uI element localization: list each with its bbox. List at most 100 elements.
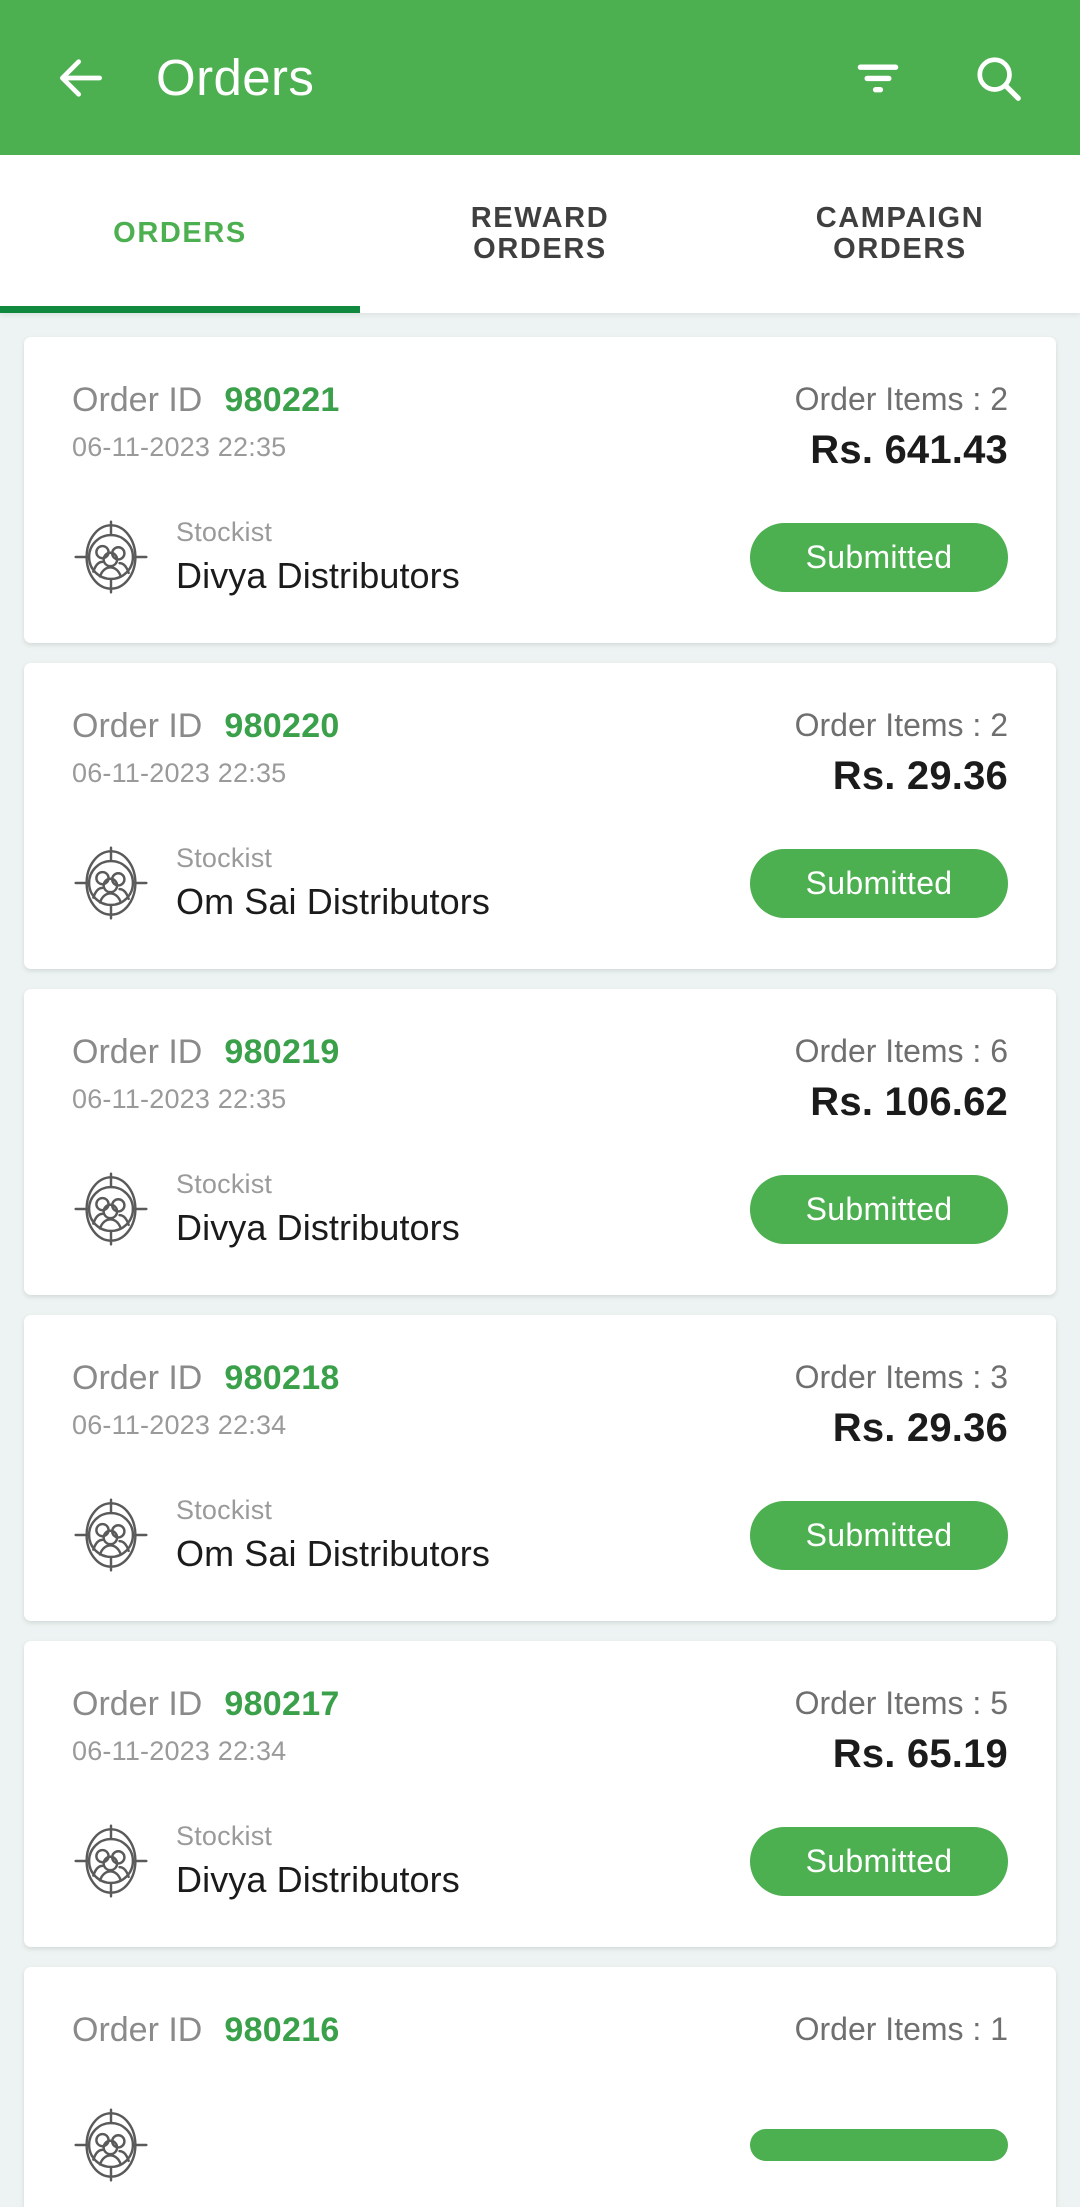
stockist-group-target-icon: [74, 846, 148, 920]
order-summary: Order Items : 2 Rs. 641.43: [795, 381, 1008, 473]
back-button[interactable]: [50, 47, 112, 109]
stockist-group-target-icon: [74, 1498, 148, 1572]
filter-icon: [857, 64, 899, 92]
order-summary: Order Items : 3 Rs. 29.36: [795, 1359, 1008, 1451]
order-identity: Order ID 980216: [72, 2011, 340, 2062]
order-id-row: Order ID 980220: [72, 707, 340, 746]
search-icon: [977, 56, 1021, 101]
stockist-block: Stockist Om Sai Distributors: [72, 1495, 490, 1575]
order-identity: Order ID 980220 06-11-2023 22:35: [72, 707, 340, 789]
order-id-label: Order ID: [72, 1359, 203, 1397]
order-summary: Order Items : 6 Rs. 106.62: [795, 1033, 1008, 1125]
order-card-header: Order ID 980218 06-11-2023 22:34 Order I…: [72, 1359, 1008, 1451]
order-amount: Rs. 29.36: [832, 1406, 1008, 1450]
stockist-label: Stockist: [176, 1169, 273, 1199]
order-identity: Order ID 980217 06-11-2023 22:34: [72, 1685, 340, 1767]
order-items-count: Order Items : 2: [794, 707, 1008, 743]
order-card[interactable]: Order ID 980220 06-11-2023 22:35 Order I…: [24, 663, 1056, 969]
order-id-row: Order ID 980217: [72, 1685, 340, 1724]
order-summary: Order Items : 1: [795, 2011, 1008, 2058]
stockist-name: Om Sai Distributors: [176, 1533, 490, 1574]
stockist-block: Stockist Divya Distributors: [72, 517, 460, 597]
order-items-count: Order Items : 1: [794, 2011, 1008, 2047]
order-id-value: 980216: [224, 2011, 340, 2049]
order-amount: Rs. 65.19: [832, 1732, 1008, 1776]
order-date: 06-11-2023 22:34: [72, 1410, 287, 1440]
order-card-footer: [72, 2106, 1008, 2184]
order-id-row: Order ID 980216: [72, 2011, 340, 2050]
order-identity: Order ID 980218 06-11-2023 22:34: [72, 1359, 340, 1441]
order-card-footer: Stockist Divya Distributors Submitted: [72, 517, 1008, 597]
tab-orders[interactable]: ORDERS: [0, 155, 360, 313]
order-card-footer: Stockist Om Sai Distributors Submitted: [72, 1495, 1008, 1575]
order-id-value: 980219: [224, 1033, 340, 1071]
stockist-group-target-icon: [74, 520, 148, 594]
order-items-count: Order Items : 3: [794, 1359, 1008, 1395]
stockist-block: [72, 2106, 176, 2184]
order-id-label: Order ID: [72, 707, 203, 745]
tab-campaign-orders-label: CAMPAIGN ORDERS: [815, 201, 985, 265]
order-items-count: Order Items : 2: [794, 381, 1008, 417]
order-card-footer: Stockist Om Sai Distributors Submitted: [72, 843, 1008, 923]
stockist-group-target-icon: [74, 1172, 148, 1246]
order-items-count: Order Items : 5: [794, 1685, 1008, 1721]
status-badge[interactable]: Submitted: [750, 848, 1008, 918]
order-id-row: Order ID 980218: [72, 1359, 340, 1398]
order-items-count: Order Items : 6: [794, 1033, 1008, 1069]
order-list[interactable]: Order ID 980221 06-11-2023 22:35 Order I…: [0, 313, 1080, 2207]
arrow-left-icon: [60, 58, 102, 97]
order-id-label: Order ID: [72, 2011, 203, 2049]
order-date: 06-11-2023 22:34: [72, 1736, 287, 1766]
stockist-label: Stockist: [176, 517, 273, 547]
stockist-name: Divya Distributors: [176, 555, 460, 596]
stockist-label: Stockist: [176, 843, 273, 873]
stockist-name: Divya Distributors: [176, 1859, 460, 1900]
order-id-value: 980220: [224, 707, 340, 745]
order-identity: Order ID 980219 06-11-2023 22:35: [72, 1033, 340, 1115]
stockist-block: Stockist Divya Distributors: [72, 1169, 460, 1249]
status-badge[interactable]: Submitted: [750, 1826, 1008, 1896]
order-id-row: Order ID 980219: [72, 1033, 340, 1072]
order-amount: Rs. 106.62: [810, 1080, 1008, 1124]
stockist-block: Stockist Om Sai Distributors: [72, 843, 490, 923]
order-summary: Order Items : 2 Rs. 29.36: [795, 707, 1008, 799]
stockist-label: Stockist: [176, 1495, 273, 1525]
order-amount: Rs. 29.36: [832, 754, 1008, 798]
tab-campaign-orders[interactable]: CAMPAIGN ORDERS: [720, 155, 1080, 313]
order-identity: Order ID 980221 06-11-2023 22:35: [72, 381, 340, 463]
order-card[interactable]: Order ID 980218 06-11-2023 22:34 Order I…: [24, 1315, 1056, 1621]
stockist-text: Stockist Om Sai Distributors: [176, 843, 490, 923]
status-badge[interactable]: Submitted: [750, 1174, 1008, 1244]
order-card-header: Order ID 980216 Order Items : 1: [72, 2011, 1008, 2062]
order-card[interactable]: Order ID 980219 06-11-2023 22:35 Order I…: [24, 989, 1056, 1295]
app-bar: Orders: [0, 0, 1080, 155]
order-card[interactable]: Order ID 980217 06-11-2023 22:34 Order I…: [24, 1641, 1056, 1947]
order-date: 06-11-2023 22:35: [72, 758, 287, 788]
order-summary: Order Items : 5 Rs. 65.19: [795, 1685, 1008, 1777]
status-badge[interactable]: Submitted: [750, 522, 1008, 592]
search-button[interactable]: [960, 40, 1036, 116]
order-card-header: Order ID 980217 06-11-2023 22:34 Order I…: [72, 1685, 1008, 1777]
stockist-label: Stockist: [176, 1821, 273, 1851]
order-id-value: 980221: [224, 381, 340, 419]
stockist-name: Divya Distributors: [176, 1207, 460, 1248]
status-badge[interactable]: [750, 2129, 1008, 2161]
tab-reward-orders[interactable]: REWARD ORDERS: [360, 155, 720, 313]
stockist-text: Stockist Divya Distributors: [176, 1169, 460, 1249]
order-id-label: Order ID: [72, 381, 203, 419]
order-card[interactable]: Order ID 980216 Order Items : 1: [24, 1967, 1056, 2207]
filter-button[interactable]: [840, 40, 916, 116]
order-date: 06-11-2023 22:35: [72, 432, 287, 462]
status-badge[interactable]: Submitted: [750, 1500, 1008, 1570]
order-id-value: 980218: [224, 1359, 340, 1397]
order-id-label: Order ID: [72, 1033, 203, 1071]
order-card-footer: Stockist Divya Distributors Submitted: [72, 1169, 1008, 1249]
order-amount: Rs. 641.43: [810, 428, 1008, 472]
tab-bar: ORDERS REWARD ORDERS CAMPAIGN ORDERS: [0, 155, 1080, 313]
order-card[interactable]: Order ID 980221 06-11-2023 22:35 Order I…: [24, 337, 1056, 643]
order-date: 06-11-2023 22:35: [72, 1084, 287, 1114]
stockist-name: Om Sai Distributors: [176, 881, 490, 922]
order-card-header: Order ID 980220 06-11-2023 22:35 Order I…: [72, 707, 1008, 799]
order-id-label: Order ID: [72, 1685, 203, 1723]
order-card-header: Order ID 980221 06-11-2023 22:35 Order I…: [72, 381, 1008, 473]
